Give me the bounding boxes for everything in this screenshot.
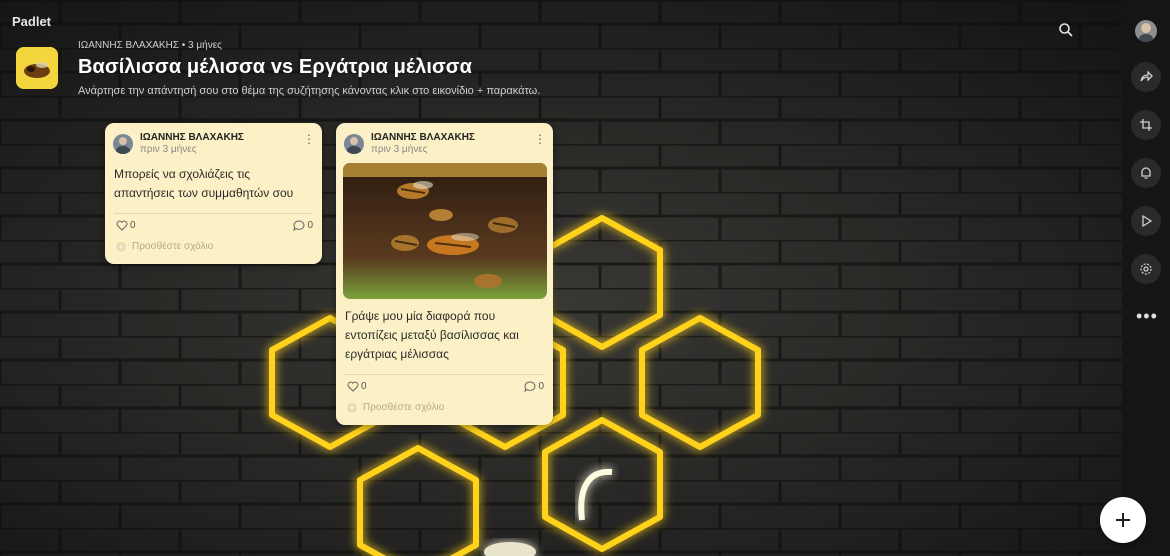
post-header: ΙΩΑΝΝΗΣ ΒΛΑΧΑΚΗΣ πριν 3 μήνες ⋮ bbox=[336, 123, 553, 155]
post-image[interactable] bbox=[343, 163, 547, 299]
like-count: 0 bbox=[130, 220, 136, 231]
add-comment-label: Προσθέστε σχόλιο bbox=[363, 402, 445, 413]
post-reactions: 0 0 bbox=[336, 375, 553, 392]
slideshow-button[interactable] bbox=[1131, 206, 1161, 236]
board-thumbnail bbox=[16, 47, 58, 89]
comments-button[interactable]: 0 bbox=[524, 381, 544, 392]
post-text: Γράψε μου μία διαφορά που εντοπίζεις μετ… bbox=[345, 309, 519, 361]
add-comment-button[interactable]: + Προσθέστε σχόλιο bbox=[336, 392, 553, 413]
board-meta: ΙΩΑΝΝΗΣ ΒΛΑΧΑΚΗΣ • 3 μήνες bbox=[78, 40, 222, 51]
post-time: πριν 3 μήνες bbox=[371, 144, 428, 155]
like-count: 0 bbox=[361, 381, 367, 392]
plus-icon: + bbox=[116, 241, 126, 252]
post-card[interactable]: ΙΩΑΝΝΗΣ ΒΛΑΧΑΚΗΣ πριν 3 μήνες ⋮ Μπορείς … bbox=[105, 123, 322, 264]
plus-icon: + bbox=[347, 402, 357, 413]
post-menu-button[interactable]: ⋮ bbox=[534, 132, 546, 146]
header-text: ΙΩΑΝΝΗΣ ΒΛΑΧΑΚΗΣ • 3 μήνες Βασίλισσα μέλ… bbox=[78, 40, 540, 97]
board-description: Ανάρτησε την απάντησή σου στο θέμα της σ… bbox=[78, 85, 541, 97]
post-reactions: 0 0 bbox=[105, 214, 322, 231]
share-button[interactable] bbox=[1131, 62, 1161, 92]
add-comment-button[interactable]: + Προσθέστε σχόλιο bbox=[105, 231, 322, 252]
share-icon bbox=[1140, 70, 1153, 82]
author-avatar bbox=[344, 134, 364, 154]
notifications-button[interactable] bbox=[1131, 158, 1161, 188]
post-author: ΙΩΑΝΝΗΣ ΒΛΑΧΑΚΗΣ bbox=[371, 132, 475, 143]
comments-button[interactable]: 0 bbox=[293, 220, 313, 231]
search-button[interactable] bbox=[1058, 22, 1074, 43]
comment-icon bbox=[524, 381, 536, 392]
plus-icon bbox=[1116, 513, 1130, 527]
post-menu-button[interactable]: ⋮ bbox=[303, 132, 315, 146]
bell-icon bbox=[1141, 167, 1151, 179]
board-header: ΙΩΑΝΝΗΣ ΒΛΑΧΑΚΗΣ • 3 μήνες Βασίλισσα μέλ… bbox=[16, 40, 540, 97]
board-title: Βασίλισσα μέλισσα vs Εργάτρια μέλισσα bbox=[78, 56, 472, 78]
play-icon bbox=[1142, 214, 1153, 228]
post-time: πριν 3 μήνες bbox=[140, 144, 197, 155]
padlet-logo[interactable]: Padlet bbox=[12, 14, 51, 29]
remake-icon bbox=[1140, 119, 1152, 131]
remake-button[interactable] bbox=[1131, 110, 1161, 140]
user-avatar[interactable] bbox=[1135, 20, 1157, 42]
heart-icon bbox=[347, 381, 359, 392]
add-post-button[interactable] bbox=[1100, 497, 1146, 543]
like-button[interactable]: 0 bbox=[347, 381, 367, 392]
comment-count: 0 bbox=[538, 381, 544, 392]
gear-icon bbox=[1140, 263, 1152, 275]
comment-icon bbox=[293, 220, 305, 231]
post-card[interactable]: ΙΩΑΝΝΗΣ ΒΛΑΧΑΚΗΣ πριν 3 μήνες ⋮ Γράψε μο… bbox=[336, 123, 553, 425]
heart-icon bbox=[116, 220, 128, 231]
post-author: ΙΩΑΝΝΗΣ ΒΛΑΧΑΚΗΣ bbox=[140, 132, 244, 143]
post-text: Μπορείς να σχολιάζεις τις απαντήσεις των… bbox=[114, 167, 294, 200]
more-options-button[interactable]: ••• bbox=[1136, 306, 1158, 327]
like-button[interactable]: 0 bbox=[116, 220, 136, 231]
search-icon bbox=[1059, 23, 1073, 37]
author-avatar bbox=[113, 134, 133, 154]
settings-button[interactable] bbox=[1131, 254, 1161, 284]
comment-count: 0 bbox=[307, 220, 313, 231]
add-comment-label: Προσθέστε σχόλιο bbox=[132, 241, 214, 252]
right-rail: ••• bbox=[1122, 0, 1170, 556]
post-header: ΙΩΑΝΝΗΣ ΒΛΑΧΑΚΗΣ πριν 3 μήνες ⋮ bbox=[105, 123, 322, 155]
